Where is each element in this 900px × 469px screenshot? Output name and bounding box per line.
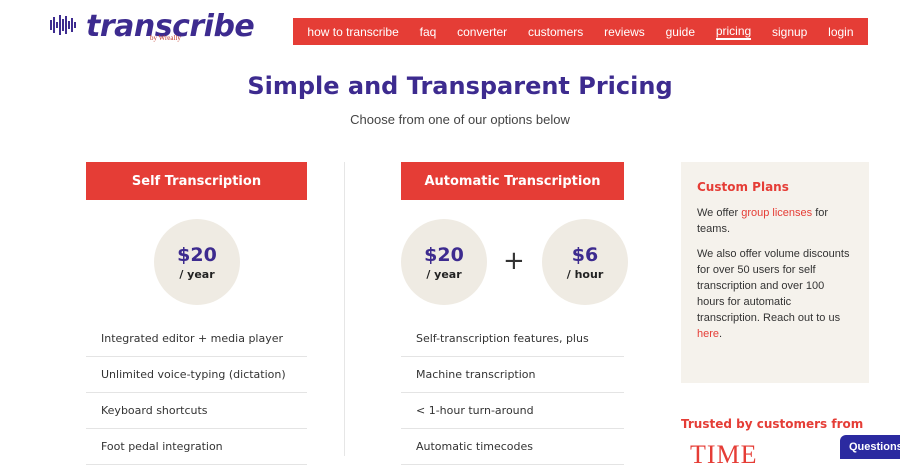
list-item: Foot pedal integration: [86, 429, 307, 465]
column-divider: [344, 162, 345, 456]
soundwave-icon: [50, 15, 76, 35]
group-licenses-link[interactable]: group licenses: [741, 207, 812, 219]
nav-customers[interactable]: customers: [528, 25, 583, 39]
nav-signup[interactable]: signup: [772, 25, 807, 39]
nav-faq[interactable]: faq: [420, 25, 437, 39]
auto-price-year: $20: [424, 243, 464, 266]
list-item: Machine transcription: [401, 357, 624, 393]
self-plan-header: Self Transcription: [86, 162, 307, 200]
list-item: Keyboard shortcuts: [86, 393, 307, 429]
page-title: Simple and Transparent Pricing: [247, 72, 673, 100]
text: We offer: [697, 207, 742, 219]
contact-here-link[interactable]: here: [697, 328, 719, 340]
trusted-heading: Trusted by customers from: [681, 417, 864, 431]
main-nav: how to transcribe faq converter customer…: [293, 18, 868, 45]
auto-period-hour: / hour: [566, 267, 604, 281]
self-feature-list: Integrated editor + media player Unlimit…: [86, 321, 307, 465]
nav-reviews[interactable]: reviews: [604, 25, 645, 39]
custom-plans-panel: Custom Plans We offer group licenses for…: [681, 162, 869, 383]
page-subtitle: Choose from one of our options below: [350, 112, 570, 127]
plus-sign: +: [503, 246, 525, 276]
auto-price-circle-hour: $6 / hour: [542, 219, 628, 305]
self-price: $20: [177, 243, 217, 266]
auto-price-hour: $6: [571, 243, 599, 266]
list-item: Unlimited voice-typing (dictation): [86, 357, 307, 393]
auto-period-year: / year: [426, 267, 462, 281]
auto-plan-header: Automatic Transcription: [401, 162, 624, 200]
nav-how-to-transcribe[interactable]: how to transcribe: [307, 25, 398, 39]
self-price-circle: $20 / year: [154, 219, 240, 305]
self-period: / year: [179, 267, 215, 281]
custom-plans-text-1: We offer group licenses for teams.: [697, 205, 853, 237]
auto-price-circle-year: $20 / year: [401, 219, 487, 305]
text: We also offer volume discounts for over …: [697, 248, 850, 324]
questions-chat-button[interactable]: Questions: [840, 435, 900, 459]
nav-login[interactable]: login: [828, 25, 853, 39]
list-item: Self-transcription features, plus: [401, 321, 624, 357]
list-item: Integrated editor + media player: [86, 321, 307, 357]
list-item: Automatic timecodes: [401, 429, 624, 465]
logo-byline: by Wreally: [150, 34, 181, 42]
time-logo: TIME: [690, 440, 758, 469]
list-item: < 1-hour turn-around: [401, 393, 624, 429]
custom-plans-text-2: We also offer volume discounts for over …: [697, 246, 853, 342]
auto-feature-list: Self-transcription features, plus Machin…: [401, 321, 624, 465]
nav-guide[interactable]: guide: [666, 25, 695, 39]
text: .: [719, 328, 723, 340]
nav-pricing[interactable]: pricing: [715, 24, 752, 40]
nav-converter[interactable]: converter: [457, 25, 507, 39]
custom-plans-title: Custom Plans: [697, 180, 789, 194]
